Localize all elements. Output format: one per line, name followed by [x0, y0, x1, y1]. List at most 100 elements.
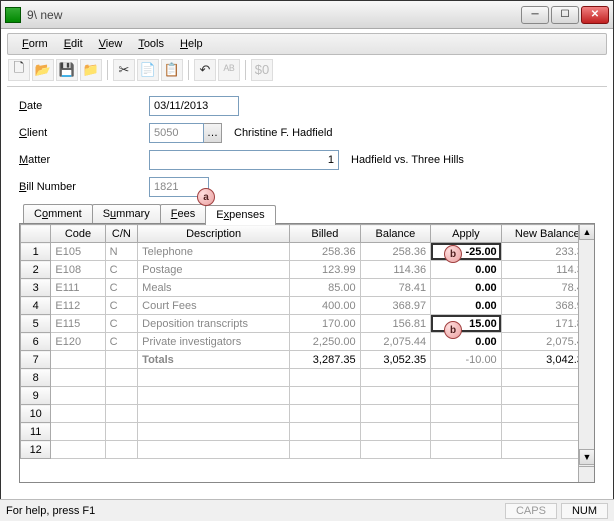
cell-description[interactable]: Postage [138, 261, 290, 279]
cell-balance[interactable]: 258.36 [360, 243, 431, 261]
cell-apply[interactable]: -10.00 [431, 351, 502, 369]
paste-icon[interactable]: 📋 [161, 59, 183, 81]
client-code-input[interactable] [149, 123, 204, 143]
cell-billed[interactable]: 2,250.00 [290, 333, 361, 351]
cell-apply[interactable] [431, 369, 502, 387]
header-apply[interactable]: Apply [431, 225, 502, 243]
table-row[interactable]: 3E111CMeals85.0078.410.0078.41 [21, 279, 594, 297]
cell-description[interactable]: Private investigators [138, 333, 290, 351]
row-header[interactable]: 5 [21, 315, 51, 333]
close-button[interactable]: ✕ [581, 6, 609, 24]
cell-billed[interactable] [290, 369, 361, 387]
header-code[interactable]: Code [51, 225, 105, 243]
table-row[interactable]: 8 [21, 369, 594, 387]
cell-balance[interactable] [360, 405, 431, 423]
table-row[interactable]: 10 [21, 405, 594, 423]
cell-code[interactable]: E112 [51, 297, 105, 315]
cell-code[interactable] [51, 387, 105, 405]
table-row[interactable]: 11 [21, 423, 594, 441]
row-header[interactable]: 7 [21, 351, 51, 369]
tab-expenses[interactable]: Expenses [205, 205, 275, 225]
scroll-down-icon[interactable]: ▼ [579, 449, 595, 465]
cell-description[interactable] [138, 441, 290, 459]
cell-cn[interactable] [105, 405, 138, 423]
spellcheck-icon[interactable]: ᴬᴮ [218, 59, 240, 81]
cell-billed[interactable] [290, 387, 361, 405]
cell-billed[interactable]: 258.36 [290, 243, 361, 261]
cell-billed[interactable]: 400.00 [290, 297, 361, 315]
cell-apply[interactable] [431, 423, 502, 441]
cell-apply[interactable] [431, 387, 502, 405]
cell-apply[interactable]: 0.00 [431, 333, 502, 351]
date-input[interactable] [149, 96, 239, 116]
cell-description[interactable]: Telephone [138, 243, 290, 261]
cell-apply[interactable]: 0.00 [431, 279, 502, 297]
new-icon[interactable]: 🗋 [8, 59, 30, 81]
cell-balance[interactable] [360, 441, 431, 459]
cut-icon[interactable]: ✂ [113, 59, 135, 81]
cell-apply[interactable] [431, 441, 502, 459]
copy-icon[interactable]: 📄 [137, 59, 159, 81]
cell-billed[interactable] [290, 441, 361, 459]
cell-balance[interactable]: 114.36 [360, 261, 431, 279]
cell-code[interactable] [51, 441, 105, 459]
row-header[interactable]: 10 [21, 405, 51, 423]
table-row[interactable]: 6E120CPrivate investigators2,250.002,075… [21, 333, 594, 351]
row-header[interactable]: 8 [21, 369, 51, 387]
cell-code[interactable]: E120 [51, 333, 105, 351]
matter-input[interactable] [149, 150, 339, 170]
table-row[interactable]: 2E108CPostage123.99114.360.00114.36 [21, 261, 594, 279]
cell-cn[interactable] [105, 441, 138, 459]
cell-cn[interactable] [105, 351, 138, 369]
table-row[interactable]: 1E105NTelephone258.36258.36-25.00233.36 [21, 243, 594, 261]
cell-apply[interactable] [431, 405, 502, 423]
cell-code[interactable]: E115 [51, 315, 105, 333]
tab-fees[interactable]: Fees [160, 204, 206, 224]
row-header[interactable]: 1 [21, 243, 51, 261]
row-header[interactable]: 9 [21, 387, 51, 405]
cell-apply[interactable]: 0.00 [431, 261, 502, 279]
cell-code[interactable] [51, 369, 105, 387]
tab-comment[interactable]: Comment [23, 204, 93, 224]
cell-balance[interactable]: 78.41 [360, 279, 431, 297]
cell-billed[interactable]: 85.00 [290, 279, 361, 297]
cell-balance[interactable]: 156.81 [360, 315, 431, 333]
vertical-scrollbar[interactable]: ▲ ▼ [578, 224, 594, 482]
row-header[interactable]: 2 [21, 261, 51, 279]
cell-description[interactable] [138, 387, 290, 405]
cell-billed[interactable] [290, 423, 361, 441]
cell-cn[interactable]: C [105, 315, 138, 333]
cell-description[interactable]: Court Fees [138, 297, 290, 315]
cell-cn[interactable] [105, 423, 138, 441]
row-header[interactable]: 6 [21, 333, 51, 351]
cell-balance[interactable] [360, 387, 431, 405]
table-row[interactable]: 5E115CDeposition transcripts170.00156.81… [21, 315, 594, 333]
cell-cn[interactable] [105, 387, 138, 405]
cell-code[interactable] [51, 351, 105, 369]
table-row[interactable]: 9 [21, 387, 594, 405]
table-row[interactable]: 7Totals3,287.353,052.35-10.003,042.35 [21, 351, 594, 369]
cell-description[interactable]: Totals [138, 351, 290, 369]
save-icon[interactable]: 💾 [56, 59, 78, 81]
cell-description[interactable]: Deposition transcripts [138, 315, 290, 333]
cell-billed[interactable]: 3,287.35 [290, 351, 361, 369]
cell-billed[interactable] [290, 405, 361, 423]
cell-balance[interactable] [360, 369, 431, 387]
cell-cn[interactable] [105, 369, 138, 387]
header-balance[interactable]: Balance [360, 225, 431, 243]
cell-description[interactable] [138, 369, 290, 387]
cell-balance[interactable] [360, 423, 431, 441]
cell-cn[interactable]: C [105, 333, 138, 351]
menu-edit[interactable]: Edit [56, 36, 91, 52]
cell-apply[interactable]: -25.00 [431, 243, 502, 261]
cell-cn[interactable]: N [105, 243, 138, 261]
cell-code[interactable]: E111 [51, 279, 105, 297]
cell-code[interactable]: E108 [51, 261, 105, 279]
cell-billed[interactable]: 170.00 [290, 315, 361, 333]
cell-description[interactable]: Meals [138, 279, 290, 297]
minimize-button[interactable]: ─ [521, 6, 549, 24]
menu-help[interactable]: Help [172, 36, 211, 52]
header-description[interactable]: Description [138, 225, 290, 243]
cell-apply[interactable]: 0.00 [431, 297, 502, 315]
client-lookup-button[interactable]: … [204, 123, 222, 143]
